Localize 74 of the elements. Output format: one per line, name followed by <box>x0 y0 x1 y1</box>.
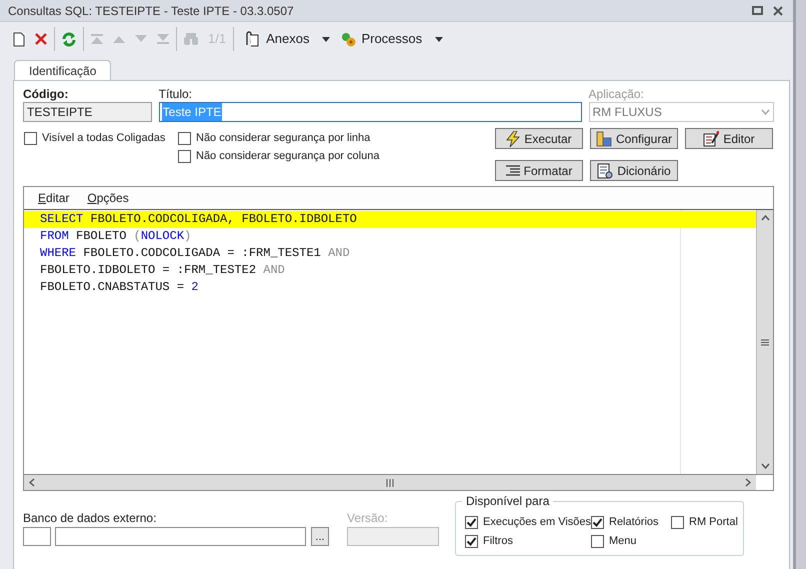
first-record-icon <box>91 34 103 44</box>
scroll-up-icon[interactable] <box>760 215 770 221</box>
field-value: TESTEIPTE <box>27 104 92 121</box>
menu-item[interactable]: Opções <box>87 189 129 207</box>
checkbox[interactable] <box>465 516 478 528</box>
checkbox-label: Filtros <box>483 534 513 549</box>
checkbox[interactable] <box>178 150 191 162</box>
field-label: Versão: <box>347 511 389 526</box>
field-value: RM FLUXUS <box>592 104 662 121</box>
window-title: Consultas SQL: TESTEIPTE - Teste IPTE - 03.3.0507 <box>8 2 294 20</box>
input-field[interactable] <box>55 527 306 546</box>
checkbox[interactable] <box>24 132 37 144</box>
field-label: Título: <box>158 87 194 101</box>
toolbar-button[interactable]: Anexos <box>236 26 336 52</box>
browse-button[interactable]: ... <box>311 527 329 546</box>
refresh-icon <box>62 32 76 46</box>
field-value: Teste IPTE <box>162 103 222 121</box>
field-label: Banco de dados externo: <box>23 511 158 526</box>
field-label: Aplicação: <box>588 87 645 101</box>
checkbox[interactable] <box>465 534 478 548</box>
toolbar-button[interactable]: Executar <box>495 128 583 149</box>
checkbox-label: Não considerar segurança por coluna <box>196 148 380 164</box>
sql-editor[interactable]: Editar Opções SELECT FBOLETO.CODCOLIGADA, FBOLETO.IDBOLETO FROM FBOLETO (NOLOCK) WHERE FBOLETO.CODCOLIGADA = :FRM_TESTE1 AND FBOLETO.IDBOLETO = :FRM_TESTE2 AND FBOLETO.CNABSTATUS = 2 <box>23 186 774 491</box>
code-field[interactable]: TESTEIPTE <box>23 102 152 122</box>
toolbar-button[interactable]: Dicionário <box>590 160 678 181</box>
down-arrow-icon <box>135 35 147 43</box>
checkbox[interactable] <box>671 516 684 528</box>
check-icon <box>466 516 477 528</box>
horizontal-scrollbar[interactable] <box>24 475 756 490</box>
checkbox-label: Relatórios <box>609 514 659 530</box>
input-field[interactable] <box>23 527 51 546</box>
code-line: WHERE FBOLETO.CODCOLIGADA = :FRM_TESTE1 AND <box>39 245 351 262</box>
toolbar-button[interactable]: Formatar <box>495 160 583 181</box>
check-icon <box>466 536 477 546</box>
delete-icon <box>35 33 47 45</box>
layout-icon <box>596 130 612 146</box>
dropdown-caret-icon <box>322 36 330 42</box>
toolbar-button[interactable]: Processos <box>335 26 448 52</box>
grip-icon[interactable] <box>386 478 394 486</box>
checkbox-label: Não considerar segurança por linha <box>196 130 370 146</box>
version-field[interactable] <box>347 527 439 546</box>
up-arrow-icon <box>113 35 125 43</box>
notepad-icon <box>703 130 720 146</box>
grip-icon[interactable] <box>761 338 769 346</box>
toolbar-button[interactable]: Editor <box>685 128 773 149</box>
vertical-scrollbar[interactable] <box>756 210 773 474</box>
lightning-icon <box>506 130 520 146</box>
scroll-down-icon[interactable] <box>760 463 770 469</box>
tab[interactable]: Identificação <box>14 60 112 80</box>
checkbox-label: Menu <box>609 534 637 549</box>
chevron-icon <box>761 109 770 115</box>
maximize-icon[interactable] <box>752 6 763 15</box>
field-label: Código: <box>23 87 70 101</box>
code-line: FROM FBOLETO (NOLOCK) <box>39 228 192 245</box>
checkbox-label: Visível a todas Coligadas <box>42 130 166 146</box>
scroll-right-icon[interactable] <box>745 478 751 487</box>
document-icon <box>13 32 25 46</box>
checkbox-label: Execuções em Visões <box>483 514 592 530</box>
group-title: Disponível para <box>462 494 554 508</box>
dropdown-caret-icon <box>435 36 444 42</box>
indent-icon <box>506 164 520 176</box>
code-line: FBOLETO.CNABSTATUS = 2 <box>39 279 200 296</box>
checkbox[interactable] <box>591 534 604 548</box>
close-icon[interactable] <box>773 6 783 16</box>
check-icon <box>592 516 603 528</box>
checkbox[interactable] <box>591 516 604 528</box>
code-line: FBOLETO.IDBOLETO = :FRM_TESTE2 AND <box>39 262 286 279</box>
last-record-icon <box>157 34 169 44</box>
toolbar-button[interactable]: Configurar <box>590 128 678 149</box>
scroll-left-icon[interactable] <box>29 478 35 487</box>
checkbox[interactable] <box>178 132 191 144</box>
dictionary-icon <box>597 162 614 178</box>
checkbox-label: RM Portal <box>689 514 738 530</box>
menu-item[interactable]: Editar <box>38 189 70 207</box>
